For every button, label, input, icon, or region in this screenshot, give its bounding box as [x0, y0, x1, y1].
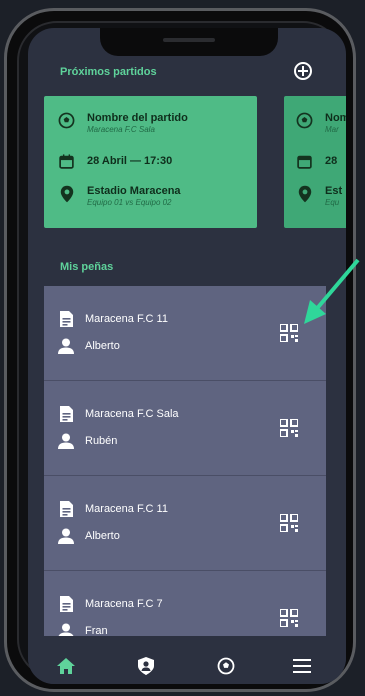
qr-code-icon[interactable]: [279, 323, 299, 343]
match-date-row: 28 Abril — 17:30: [58, 153, 172, 170]
match-venue-row: Estadio Maracena Equipo 01 vs Equipo 02: [58, 185, 181, 208]
location-pin-icon: [58, 185, 75, 202]
match-date: 28 Abril — 17:30: [87, 155, 173, 167]
pena-name: Maracena F.C 11: [85, 503, 168, 515]
document-icon: [58, 501, 74, 517]
list-item[interactable]: Maracena F.C 11 Alberto: [44, 476, 326, 571]
add-icon[interactable]: [294, 62, 312, 80]
annotation-arrow-icon: [304, 258, 360, 324]
soccer-ball-icon[interactable]: [216, 656, 236, 676]
match-name-row: Nombre del partido Maracena F.C Sala: [58, 112, 188, 135]
match-card[interactable]: Nombre del partido Maracena F.C Sala 28 …: [44, 96, 257, 228]
match-teams: Equ: [325, 198, 340, 207]
match-teams: Equipo 01 vs Equipo 02: [87, 198, 172, 207]
qr-code-icon[interactable]: [279, 513, 299, 533]
match-venue-row: Est Equ: [296, 185, 342, 208]
notch: [100, 28, 278, 56]
user-icon: [58, 433, 74, 449]
match-name: Nom: [325, 112, 346, 124]
user-icon: [58, 528, 74, 544]
pena-user: Rubén: [85, 435, 118, 447]
match-name-row: Nom Mar: [296, 112, 346, 135]
calendar-icon: [58, 153, 75, 170]
app-screen: Próximos partidos Nombre del partido Mar…: [28, 28, 346, 684]
user-icon: [58, 623, 74, 636]
match-venue: Est: [325, 185, 343, 197]
match-club: Maracena F.C Sala: [87, 125, 155, 134]
user-icon: [58, 338, 74, 354]
pena-name: Maracena F.C 11: [85, 313, 168, 325]
qr-code-icon[interactable]: [279, 418, 299, 438]
list-item[interactable]: Maracena F.C 7 Fran: [44, 571, 326, 636]
list-item[interactable]: Maracena F.C Sala Rubén: [44, 381, 326, 476]
qr-code-icon[interactable]: [279, 608, 299, 628]
upcoming-matches-title: Próximos partidos: [60, 66, 157, 78]
pena-name: Maracena F.C Sala: [85, 408, 179, 420]
document-icon: [58, 311, 74, 327]
menu-icon[interactable]: [292, 656, 312, 676]
match-venue: Estadio Maracena: [87, 185, 181, 197]
pena-user: Fran: [85, 625, 108, 636]
pena-name: Maracena F.C 7: [85, 598, 163, 610]
match-name: Nombre del partido: [87, 112, 188, 124]
my-penas-title: Mis peñas: [60, 261, 114, 273]
match-date: 28: [325, 155, 338, 167]
penas-list[interactable]: Maracena F.C 11 Alberto Maracena F.C Sal…: [44, 286, 326, 636]
user-shield-icon[interactable]: [136, 656, 156, 676]
home-icon[interactable]: [56, 656, 76, 676]
soccer-ball-icon: [58, 112, 75, 129]
bottom-tab-bar: [28, 644, 346, 684]
calendar-icon: [296, 153, 313, 170]
document-icon: [58, 596, 74, 612]
speaker: [163, 38, 215, 42]
match-date-row: 28: [296, 153, 337, 170]
location-pin-icon: [296, 185, 313, 202]
soccer-ball-icon: [296, 112, 313, 129]
pena-user: Alberto: [85, 340, 120, 352]
match-card[interactable]: Nom Mar 28 Est Equ: [284, 96, 346, 228]
pena-user: Alberto: [85, 530, 120, 542]
list-item[interactable]: Maracena F.C 11 Alberto: [44, 286, 326, 381]
document-icon: [58, 406, 74, 422]
match-club: Mar: [325, 125, 339, 134]
